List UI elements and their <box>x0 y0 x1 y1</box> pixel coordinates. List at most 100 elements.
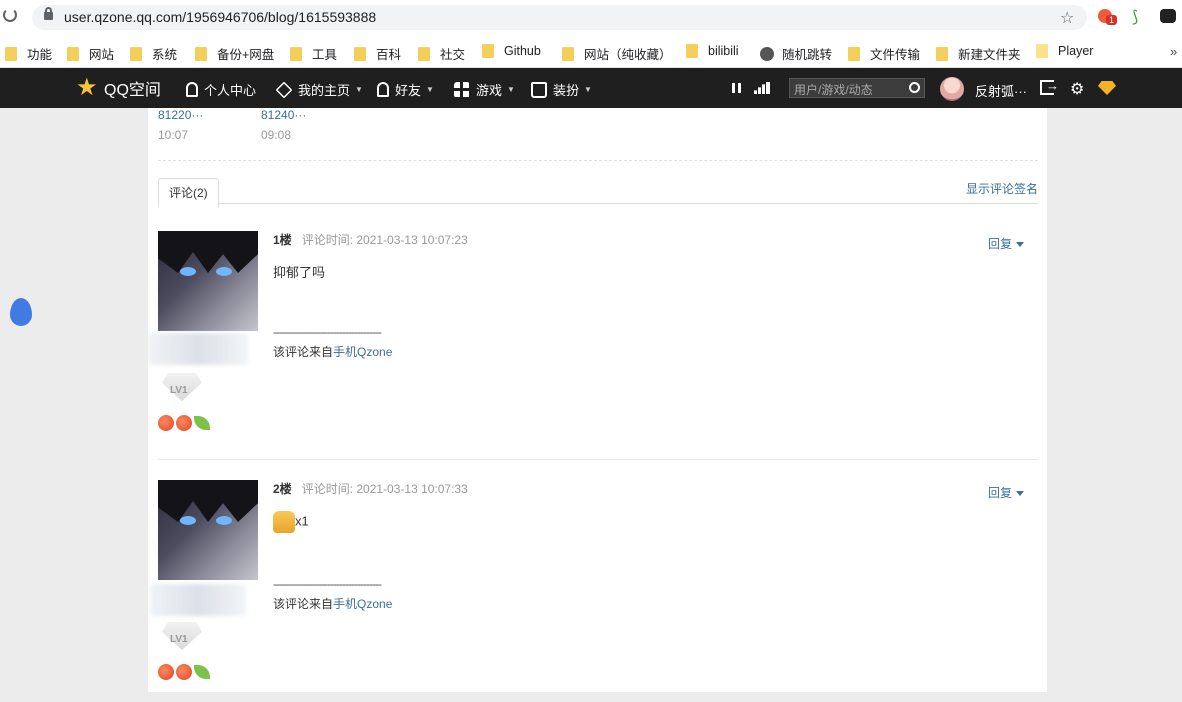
caret-down-icon: ▼ <box>507 85 515 94</box>
fruit-icon <box>158 415 174 431</box>
comment-body: 1楼 评论时间: 2021-03-13 10:07:23 抑郁了吗 ------… <box>273 231 1013 360</box>
comment-text: x1 <box>273 511 1013 533</box>
bookmark-item[interactable]: 随机跳转 <box>760 44 832 63</box>
divider <box>158 459 1038 460</box>
vip-badges <box>158 415 210 431</box>
comment-body: 2楼 评论时间: 2021-03-13 10:07:33 x1 --------… <box>273 480 1013 612</box>
bookmark-item[interactable]: 百科 <box>354 44 401 63</box>
comment-time: 评论时间: 2021-03-13 10:07:23 <box>301 233 468 247</box>
leaf-extension-icon[interactable]: ⟆ <box>1132 7 1138 27</box>
floating-drop-icon[interactable] <box>10 298 32 326</box>
caret-down-icon: ▼ <box>426 85 434 94</box>
address-bar[interactable]: user.qzone.qq.com/1956946706/blog/161559… <box>32 5 1087 30</box>
bookmark-item[interactable]: 备份+网盘 <box>195 44 274 63</box>
bookmark-item[interactable]: 网站（纯收藏） <box>562 44 672 63</box>
shirt-icon <box>531 81 547 98</box>
comment-source: 该评论来自手机Qzone <box>273 597 393 611</box>
search-input[interactable]: 用户/游戏/动态 <box>789 78 925 98</box>
leaf-icon <box>194 665 210 679</box>
diamond-icon[interactable] <box>1098 81 1116 95</box>
bookmark-item[interactable]: Player <box>1036 44 1093 58</box>
separator: ------------------------------------ <box>273 325 382 339</box>
comment-item: LV1 2楼 评论时间: 2021-03-13 10:07:33 x1 ----… <box>150 480 1038 690</box>
bookmark-item[interactable]: 工具 <box>290 44 337 63</box>
bookmark-item[interactable]: 功能 <box>5 44 52 63</box>
blurred-username <box>148 333 248 365</box>
prev-post-item[interactable]: 81240··· 09:08 <box>261 108 306 142</box>
caret-down-icon: ▼ <box>584 85 592 94</box>
folder-icon <box>290 46 302 61</box>
pause-icon[interactable] <box>732 83 741 93</box>
floor-number: 1楼 <box>273 233 292 247</box>
reload-icon[interactable] <box>3 8 17 22</box>
friends-icon <box>377 82 389 97</box>
extension-icon[interactable]: 1 <box>1098 9 1118 25</box>
logout-icon[interactable] <box>1040 78 1059 95</box>
mobile-qzone-link[interactable]: 手机Qzone <box>333 345 392 359</box>
commenter-avatar[interactable] <box>158 480 258 580</box>
prev-post-item[interactable]: 81220··· 10:07 <box>158 108 203 142</box>
leaf-icon <box>194 416 210 430</box>
fruit-icon <box>158 664 174 680</box>
divider <box>158 160 1038 161</box>
bookmarks-bar: 功能 网站 系统 备份+网盘 工具 百科 社交 Github 网站（纯收藏） b… <box>0 36 1182 68</box>
caret-down-icon: ▼ <box>355 85 363 94</box>
reply-button[interactable]: 回复 <box>988 484 1024 501</box>
nav-games[interactable]: 游戏 ▼ <box>454 80 515 99</box>
blog-content-card: 81220··· 10:07 81240··· 09:08 评论(2) 显示评论… <box>148 108 1047 692</box>
nav-personal-center[interactable]: 个人中心 <box>186 80 256 99</box>
bookmark-item[interactable]: 文件传输 <box>848 44 920 63</box>
show-signature-link[interactable]: 显示评论签名 <box>966 180 1038 197</box>
bookmark-item[interactable]: 新建文件夹 <box>936 44 1021 63</box>
bookmark-item[interactable]: bilibili <box>686 44 739 58</box>
signal-icon[interactable] <box>754 82 770 94</box>
folder-icon <box>848 46 860 61</box>
bookmark-star-icon[interactable]: ☆ <box>1060 8 1074 28</box>
folder-icon <box>195 46 207 61</box>
qzone-logo[interactable]: ★ QQ空间 <box>76 76 161 100</box>
gear-icon[interactable]: ⚙ <box>1070 79 1084 99</box>
folder-icon <box>1036 44 1048 58</box>
url-text[interactable]: user.qzone.qq.com/1956946706/blog/161559… <box>64 9 376 25</box>
mobile-qzone-link[interactable]: 手机Qzone <box>333 597 392 611</box>
bookmark-item[interactable]: Github <box>482 44 541 58</box>
fruit-icon <box>176 664 192 680</box>
bookmark-item[interactable]: 系统 <box>130 44 177 63</box>
browser-toolbar: user.qzone.qq.com/1956946706/blog/161559… <box>0 0 1182 36</box>
more-bookmarks-icon[interactable]: » <box>1170 44 1177 59</box>
nav-decorate[interactable]: 装扮 ▼ <box>531 80 592 99</box>
tab-comments[interactable]: 评论(2) <box>158 178 219 208</box>
caret-down-icon <box>1016 242 1024 248</box>
comment-tabbar: 评论(2) 显示评论签名 <box>158 178 1038 208</box>
folder-icon <box>5 46 17 61</box>
extension-icon[interactable] <box>1160 9 1176 23</box>
lock-icon <box>44 7 53 20</box>
comment-source: 该评论来自手机Qzone <box>273 345 393 359</box>
comment-text: 抑郁了吗 <box>273 265 326 280</box>
qzone-navbar: ★ QQ空间 个人中心 我的主页 ▼ 好友 ▼ 游戏 ▼ 装扮 ▼ 用户/游戏/动态 反… <box>0 68 1182 108</box>
search-icon[interactable] <box>909 82 920 93</box>
username[interactable]: 反射弧··· <box>975 81 1027 100</box>
level-badge: LV1 <box>160 373 204 403</box>
bookmark-item[interactable]: 社交 <box>418 44 465 63</box>
home-icon <box>275 81 293 98</box>
blurred-username <box>150 584 246 616</box>
reply-button[interactable]: 回复 <box>988 235 1024 252</box>
caret-down-icon <box>1016 491 1024 497</box>
commenter-avatar[interactable] <box>158 231 258 331</box>
star-logo-icon: ★ <box>76 74 98 101</box>
thumbs-up-icon <box>273 511 295 533</box>
user-avatar[interactable] <box>940 77 964 101</box>
grid-icon <box>454 81 470 98</box>
folder-icon <box>482 44 494 58</box>
vip-badges <box>158 664 210 680</box>
folder-icon <box>354 46 366 61</box>
floor-number: 2楼 <box>273 482 292 496</box>
folder-icon <box>936 46 948 61</box>
bookmark-item[interactable]: 网站 <box>67 44 114 63</box>
nav-friends[interactable]: 好友 ▼ <box>377 80 434 99</box>
folder-icon <box>130 46 142 61</box>
nav-my-home[interactable]: 我的主页 ▼ <box>275 80 363 99</box>
level-badge: LV1 <box>160 622 204 652</box>
folder-icon <box>686 44 698 58</box>
